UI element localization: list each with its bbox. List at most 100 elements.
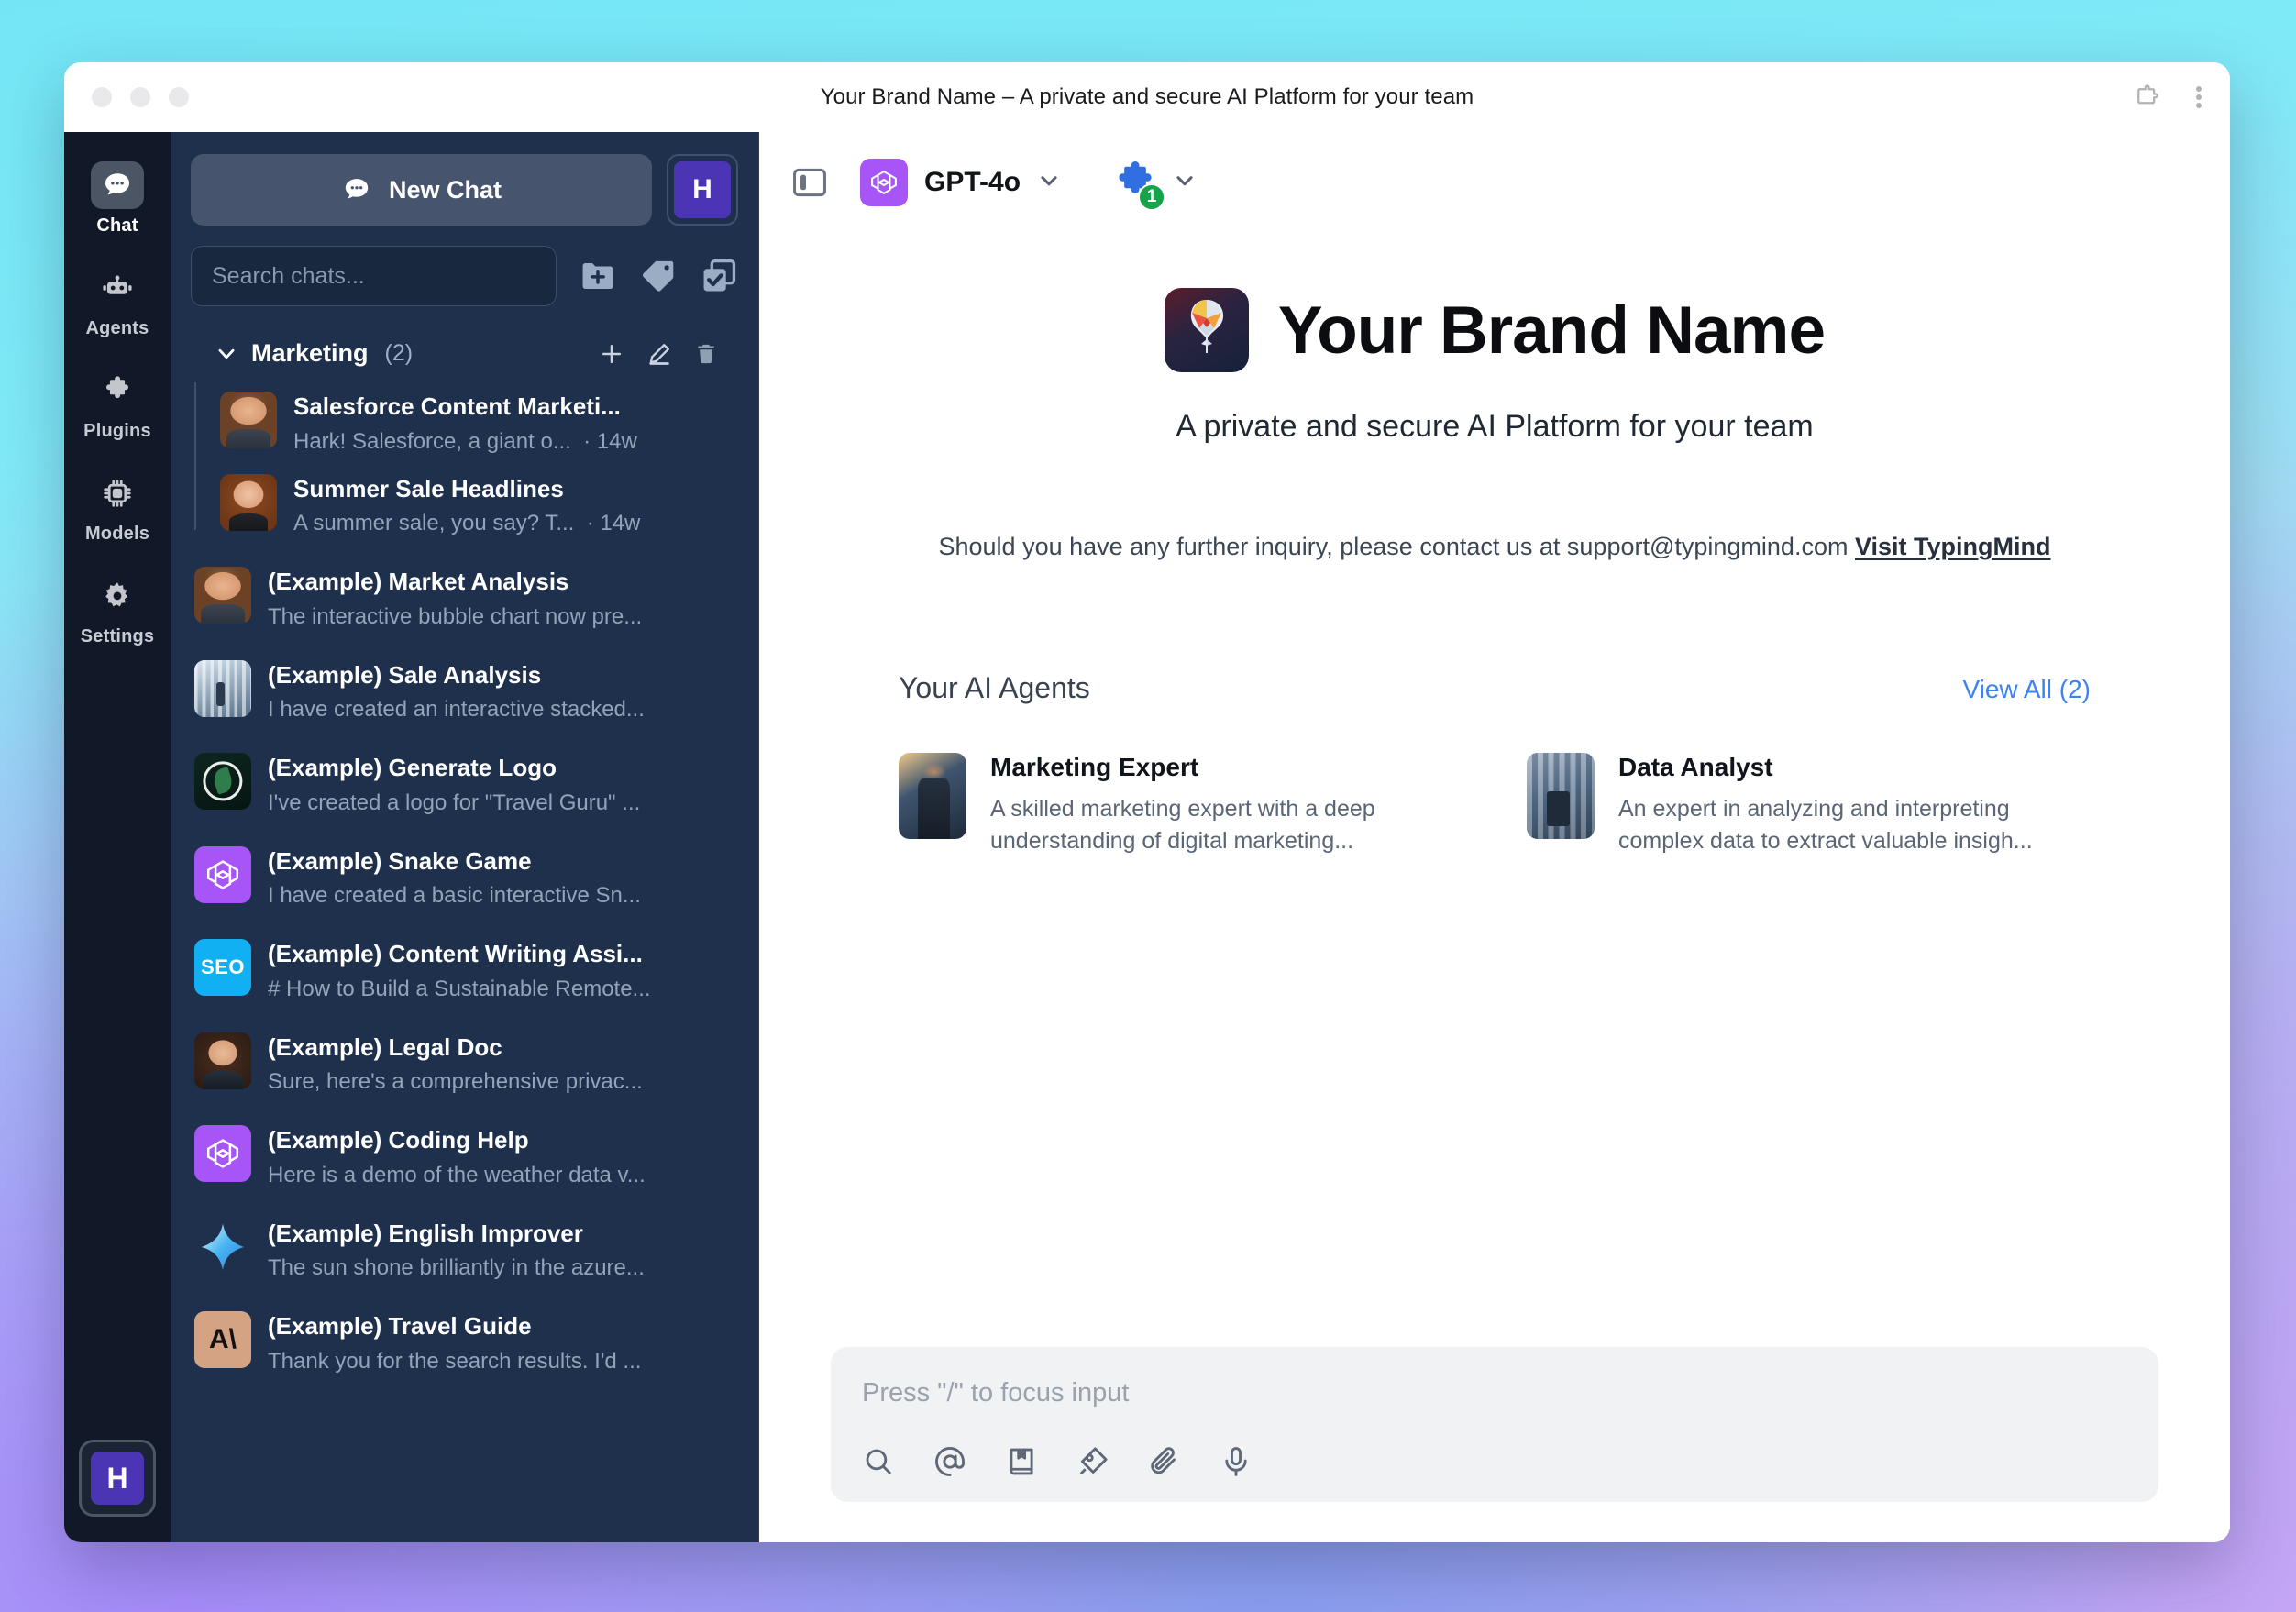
sidebar-item-label: Models <box>84 524 150 544</box>
puzzle-piece-icon <box>91 367 144 414</box>
view-all-agents-link[interactable]: View All (2) <box>1962 675 2091 704</box>
brain-logo-icon <box>1164 288 1249 372</box>
chat-title: (Example) English Improver <box>268 1219 583 1247</box>
main-toolbar: GPT-4o 1 <box>759 132 2230 233</box>
brand-subtitle: A private and secure AI Platform for you… <box>1176 409 1814 444</box>
kebab-menu-icon[interactable] <box>2195 83 2202 111</box>
chat-preview: I have created an interactive stacked... <box>268 697 645 723</box>
chat-list-panel: New Chat H Search chats... Marketing (2)… <box>171 132 759 1542</box>
chat-preview: I've created a logo for "Travel Guru" ..… <box>268 789 641 815</box>
chevron-down-icon[interactable] <box>215 342 238 366</box>
new-chat-button[interactable]: New Chat <box>191 154 652 226</box>
chat-preview-text: A summer sale, you say? T... <box>293 511 575 536</box>
sidebar-item-label: Chat <box>96 215 138 236</box>
chat-bubble-icon <box>91 161 144 209</box>
search-icon[interactable] <box>862 1445 895 1478</box>
chat-list-item[interactable]: (Example) Coding Help Here is a demo of … <box>171 1116 758 1198</box>
chat-title: (Example) Snake Game <box>268 846 532 875</box>
chevron-down-icon[interactable] <box>1173 169 1197 197</box>
new-chat-label: New Chat <box>388 175 502 204</box>
sidebar-item-settings[interactable]: Settings <box>73 563 161 653</box>
chat-preview: The interactive bubble chart now pre... <box>268 603 643 629</box>
plus-icon[interactable] <box>599 341 624 367</box>
chat-preview: Hark! Salesforce, a giant o... · 14w <box>293 428 637 454</box>
close-window-button[interactable] <box>92 87 112 107</box>
panel-toggle-icon[interactable] <box>790 163 829 202</box>
chat-list-item[interactable]: (Example) Sale Analysis I have created a… <box>171 651 758 734</box>
chat-preview: # How to Build a Sustainable Remote... <box>268 976 651 1001</box>
chat-avatar <box>194 567 251 624</box>
folder-plus-icon[interactable] <box>579 257 617 295</box>
folder-chat-group: Salesforce Content Marketi... Hark! Sale… <box>171 382 758 547</box>
pen-nib-icon[interactable] <box>1076 1445 1109 1478</box>
openai-icon <box>206 1139 239 1169</box>
agent-avatar <box>899 753 966 839</box>
chat-list-item[interactable]: (Example) English Improver The sun shone… <box>171 1209 758 1292</box>
sidebar-item-agents[interactable]: Agents <box>73 255 161 345</box>
plugin-count-badge: 1 <box>1138 183 1166 211</box>
sidebar-item-models[interactable]: Models <box>73 460 161 550</box>
search-input[interactable] <box>191 246 557 306</box>
welcome-screen: Your Brand Name A private and secure AI … <box>759 233 2230 1347</box>
extension-puzzle-icon[interactable] <box>2133 83 2160 111</box>
visit-typingmind-link[interactable]: Visit TypingMind <box>1855 533 2051 560</box>
chat-avatar <box>220 392 277 448</box>
chat-list[interactable]: Salesforce Content Marketi... Hark! Sale… <box>171 368 758 1542</box>
agent-card[interactable]: Data Analyst An expert in analyzing and … <box>1527 753 2091 856</box>
folder-header[interactable]: Marketing (2) <box>191 339 738 368</box>
contact-line: Should you have any further inquiry, ple… <box>833 533 2157 561</box>
model-selector[interactable]: GPT-4o <box>860 159 1061 206</box>
paperclip-icon[interactable] <box>1148 1445 1181 1478</box>
model-name: GPT-4o <box>924 167 1021 197</box>
multi-select-icon[interactable] <box>700 257 738 295</box>
at-mention-icon[interactable] <box>933 1445 966 1478</box>
avatar-initial: H <box>674 161 731 218</box>
plugins-selector[interactable]: 1 <box>1112 160 1197 211</box>
user-avatar-button[interactable]: H <box>79 1440 156 1517</box>
composer-area <box>759 1347 2230 1542</box>
chat-title: (Example) Coding Help <box>268 1126 529 1154</box>
minimize-window-button[interactable] <box>130 87 150 107</box>
chat-avatar: A\ <box>194 1311 251 1369</box>
pencil-icon[interactable] <box>646 341 672 367</box>
microphone-icon[interactable] <box>1220 1445 1253 1478</box>
chevron-down-icon[interactable] <box>1037 169 1061 197</box>
chat-preview: A summer sale, you say? T... · 14w <box>293 511 641 536</box>
trash-icon[interactable] <box>694 342 718 366</box>
openai-icon <box>206 859 239 889</box>
chat-list-item[interactable]: Salesforce Content Marketi... Hark! Sale… <box>207 382 758 465</box>
agent-avatar <box>1527 753 1595 839</box>
chat-avatar: SEO <box>194 939 251 997</box>
message-input[interactable] <box>862 1378 2127 1408</box>
agents-section: Your AI Agents View All (2) Marketing Ex… <box>899 671 2091 856</box>
maximize-window-button[interactable] <box>169 87 189 107</box>
chat-list-item[interactable]: A\ (Example) Travel Guide Thank you for … <box>171 1302 758 1385</box>
chat-title: Salesforce Content Marketi... <box>293 392 621 420</box>
chat-timestamp: 14w <box>596 428 637 454</box>
chat-list-item[interactable]: (Example) Market Analysis The interactiv… <box>171 558 758 640</box>
chat-preview-text: Hark! Salesforce, a giant o... <box>293 428 571 454</box>
chat-list-item[interactable]: Summer Sale Headlines A summer sale, you… <box>207 465 758 547</box>
sidebar-item-plugins[interactable]: Plugins <box>73 358 161 447</box>
chat-list-item[interactable]: (Example) Snake Game I have created a ba… <box>171 837 758 920</box>
agent-card[interactable]: Marketing Expert A skilled marketing exp… <box>899 753 1463 856</box>
prompt-library-icon[interactable] <box>1005 1445 1038 1478</box>
chat-list-item[interactable]: (Example) Generate Logo I've created a l… <box>171 744 758 826</box>
agent-name: Marketing Expert <box>990 753 1199 781</box>
folder-name: Marketing <box>251 339 369 367</box>
window-controls[interactable] <box>92 87 189 107</box>
sidebar-item-label: Settings <box>80 626 155 646</box>
composer[interactable] <box>831 1347 2158 1502</box>
app-window: Your Brand Name – A private and secure A… <box>64 62 2230 1542</box>
chat-list-item[interactable]: SEO (Example) Content Writing Assi... # … <box>171 930 758 1012</box>
chat-avatar <box>220 473 277 531</box>
main-panel: GPT-4o 1 Your Brand Name A private and s… <box>759 132 2230 1542</box>
chat-bubble-icon <box>345 179 369 199</box>
tag-icon[interactable] <box>639 257 678 295</box>
sidebar-item-chat[interactable]: Chat <box>73 152 161 242</box>
workspace-avatar-button[interactable]: H <box>667 154 738 226</box>
chat-list-item[interactable]: (Example) Legal Doc Sure, here's a compr… <box>171 1023 758 1106</box>
chat-title: Summer Sale Headlines <box>293 474 564 502</box>
chat-preview: Here is a demo of the weather data v... <box>268 1162 646 1187</box>
chat-preview: Sure, here's a comprehensive privac... <box>268 1069 643 1095</box>
